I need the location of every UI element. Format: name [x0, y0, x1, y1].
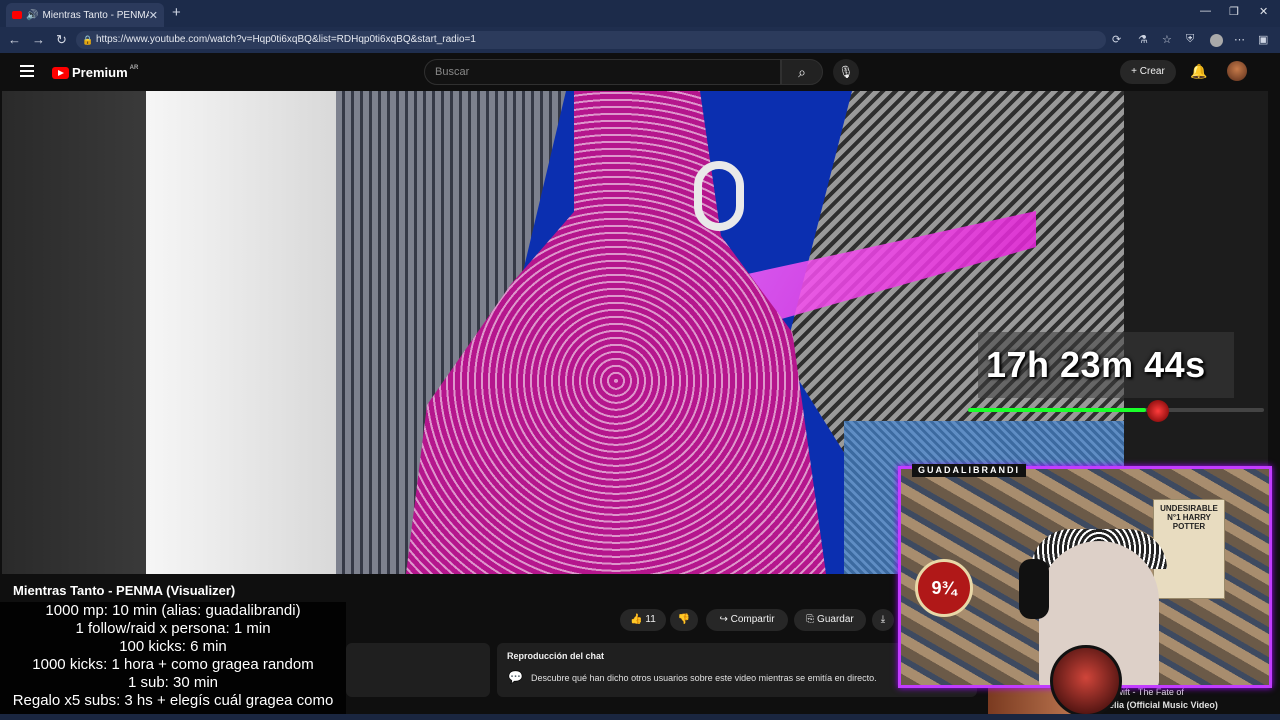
dislike-button[interactable]: 👎 — [670, 609, 698, 631]
youtube-header: Premium AR Buscar ⌕ 🎙 + Crear 🔔 — [0, 53, 1280, 91]
video-title: Mientras Tanto - PENMA (Visualizer) — [13, 583, 236, 598]
lock-icon: 🔒 — [82, 35, 94, 45]
minimize-button[interactable]: — — [1200, 5, 1211, 17]
rule-line: Regalo x5 subs: 3 hs + elegís cuál grage… — [12, 692, 334, 709]
chat-icon: 💬 — [508, 670, 523, 684]
progress-avatar-icon — [1147, 400, 1169, 422]
save-button[interactable]: ⎘ Guardar — [794, 609, 866, 631]
rule-line: 1 sub: 30 min — [127, 674, 219, 691]
search-icon[interactable]: ⌕ — [781, 59, 823, 85]
streamer-avatar — [1050, 645, 1122, 717]
like-button[interactable]: 👍 11 — [620, 609, 666, 631]
headset-image — [1019, 559, 1049, 619]
sidebar-icon[interactable]: ▣ — [1258, 33, 1268, 46]
more-icon[interactable]: ⋯ — [1234, 33, 1245, 46]
taskbar-strip — [0, 714, 1280, 720]
share-button[interactable]: ↪ Compartir — [706, 609, 788, 631]
rule-line: 1000 mp: 10 min (alias: guadalibrandi) — [45, 602, 301, 619]
reload-button[interactable]: ↻ — [56, 32, 67, 48]
hamburger-menu-icon[interactable] — [20, 65, 34, 80]
webcam-name-label: GUADALIBRANDI — [912, 464, 1026, 477]
browser-tab[interactable]: 🔊 Mientras Tanto - PENMA (Vis ✕ — [6, 3, 164, 27]
rule-line: 1000 kicks: 1 hora + como gragea random — [32, 656, 314, 673]
stream-timer: 17h 23m 44s — [986, 344, 1206, 385]
share-label: Compartir — [730, 614, 775, 625]
create-button[interactable]: + Crear — [1120, 60, 1176, 84]
favorites-icon[interactable]: ☆ — [1162, 33, 1172, 46]
stream-rules-overlay: 1000 mp: 10 min (alias: guadalibrandi) 1… — [0, 602, 346, 720]
rule-line: 100 kicks: 6 min — [119, 638, 227, 655]
torn-paper — [146, 91, 336, 574]
youtube-logo[interactable]: Premium AR — [52, 65, 138, 80]
player-left-blur — [2, 91, 146, 574]
shield-icon[interactable]: ⛨ — [1186, 33, 1194, 46]
close-window-button[interactable]: ✕ — [1259, 5, 1268, 18]
description-box[interactable] — [346, 643, 490, 697]
rule-line: 1 follow/raid x persona: 1 min — [75, 620, 271, 637]
tab-title: Mientras Tanto - PENMA (Vis — [42, 9, 149, 21]
wanted-poster: UNDESIRABLE N°1 HARRY POTTER — [1153, 499, 1225, 599]
subathon-progress-track — [968, 408, 1264, 412]
like-count: 11 — [645, 614, 656, 625]
platform-sign: 9¾ — [915, 559, 973, 617]
save-label: Guardar — [817, 614, 854, 625]
subathon-progress-fill — [968, 408, 1146, 412]
url-field[interactable]: 🔒 https://www.youtube.com/watch?v=Hqp0ti… — [76, 31, 1106, 49]
back-button[interactable]: ← — [8, 32, 21, 47]
close-tab-icon[interactable]: ✕ — [149, 9, 158, 22]
user-avatar[interactable] — [1227, 61, 1247, 81]
download-button[interactable]: ⤓ — [872, 609, 894, 631]
headphones-image — [694, 161, 744, 231]
profile-avatar[interactable] — [1210, 34, 1223, 47]
extensions-icon[interactable]: ⟳ — [1112, 33, 1121, 46]
forward-button[interactable]: → — [32, 32, 45, 47]
extension-icon[interactable]: ⚗ — [1138, 33, 1148, 46]
youtube-favicon-icon — [12, 11, 22, 19]
url-text: https://www.youtube.com/watch?v=Hqp0ti6x… — [96, 34, 476, 45]
browser-tab-bar: 🔊 Mientras Tanto - PENMA (Vis ✕ + — ❐ ✕ — [0, 0, 1280, 27]
mic-icon[interactable]: 🎙 — [833, 59, 859, 85]
region-label: AR — [129, 64, 139, 71]
brand-label: Premium — [72, 65, 128, 80]
speaker-icon[interactable]: 🔊 — [26, 10, 38, 21]
new-tab-button[interactable]: + — [172, 4, 181, 21]
search-input[interactable]: Buscar — [424, 59, 781, 85]
youtube-play-icon — [52, 66, 69, 79]
create-label: Crear — [1139, 66, 1165, 77]
notifications-bell-icon[interactable]: 🔔 — [1190, 63, 1207, 80]
chat-replay-body: Descubre qué han dicho otros usuarios so… — [531, 673, 877, 683]
maximize-button[interactable]: ❐ — [1229, 5, 1239, 18]
address-bar-row: ← → ↻ 🔒 https://www.youtube.com/watch?v=… — [0, 27, 1280, 53]
chat-replay-heading: Reproducción del chat — [507, 651, 605, 661]
